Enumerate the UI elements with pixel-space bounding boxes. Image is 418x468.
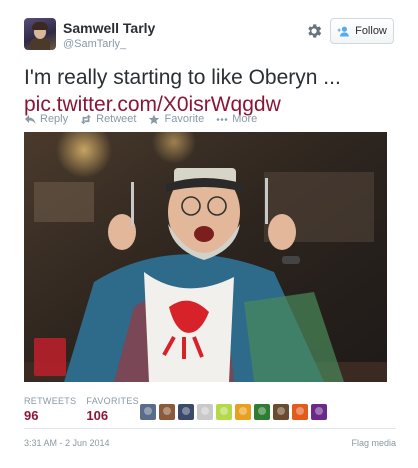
favorites-label: FAVORITES	[86, 396, 139, 406]
favoriters-avatars	[140, 404, 327, 420]
favorite-label: Favorite	[164, 113, 205, 125]
star-icon	[149, 113, 160, 124]
divider	[24, 428, 396, 429]
tweet-timestamp[interactable]: 3:31 AM - 2 Jun 2014	[24, 438, 110, 448]
favoriter-avatar-7[interactable]	[254, 404, 270, 420]
more-action[interactable]: More	[216, 113, 257, 125]
favoriter-avatar-2[interactable]	[159, 404, 175, 420]
photo-illustration	[24, 132, 387, 382]
retweets-stat[interactable]: RETWEETS 96	[24, 396, 76, 423]
reply-icon	[25, 114, 36, 124]
favoriter-avatar-10[interactable]	[311, 404, 327, 420]
favoriter-avatar-3[interactable]	[178, 404, 194, 420]
tweet-text: I'm really starting to like Oberyn ... p…	[24, 64, 394, 118]
tweet-photo[interactable]	[24, 132, 387, 382]
user-handle[interactable]: @SamTarly_	[63, 38, 126, 50]
more-label: More	[232, 113, 258, 125]
favoriter-avatar-4[interactable]	[197, 404, 213, 420]
retweet-icon	[80, 114, 92, 124]
retweets-label: RETWEETS	[24, 396, 77, 406]
retweet-label: Retweet	[96, 113, 137, 125]
follow-label: Follow	[355, 25, 387, 37]
retweets-count: 96	[24, 408, 39, 423]
retweet-action[interactable]: Retweet	[80, 113, 136, 125]
follow-button[interactable]: Follow	[330, 18, 394, 44]
user-avatar[interactable]	[24, 18, 56, 50]
add-user-icon	[337, 26, 349, 37]
reply-action[interactable]: Reply	[24, 113, 68, 125]
favoriter-avatar-9[interactable]	[292, 404, 308, 420]
favoriter-avatar-1[interactable]	[140, 404, 156, 420]
tweet-stats: RETWEETS 96 FAVORITES 106	[24, 396, 149, 423]
tweet-actions: Reply Retweet Favorite More	[24, 113, 257, 125]
tweet-body: I'm really starting to like Oberyn ...	[24, 66, 341, 89]
flag-media-link[interactable]: Flag media	[351, 438, 396, 448]
favoriter-avatar-8[interactable]	[273, 404, 289, 420]
reply-label: Reply	[40, 113, 69, 125]
tweet-header: Samwell Tarly @SamTarly_ Follow	[24, 18, 396, 58]
more-dots-icon	[216, 117, 228, 121]
gear-icon[interactable]	[305, 22, 323, 40]
favorite-action[interactable]: Favorite	[148, 113, 204, 125]
user-name[interactable]: Samwell Tarly	[63, 20, 155, 36]
favoriter-avatar-5[interactable]	[216, 404, 232, 420]
favoriter-avatar-6[interactable]	[235, 404, 251, 420]
favorites-count: 106	[86, 408, 109, 423]
favorites-stat[interactable]: FAVORITES 106	[86, 396, 139, 423]
